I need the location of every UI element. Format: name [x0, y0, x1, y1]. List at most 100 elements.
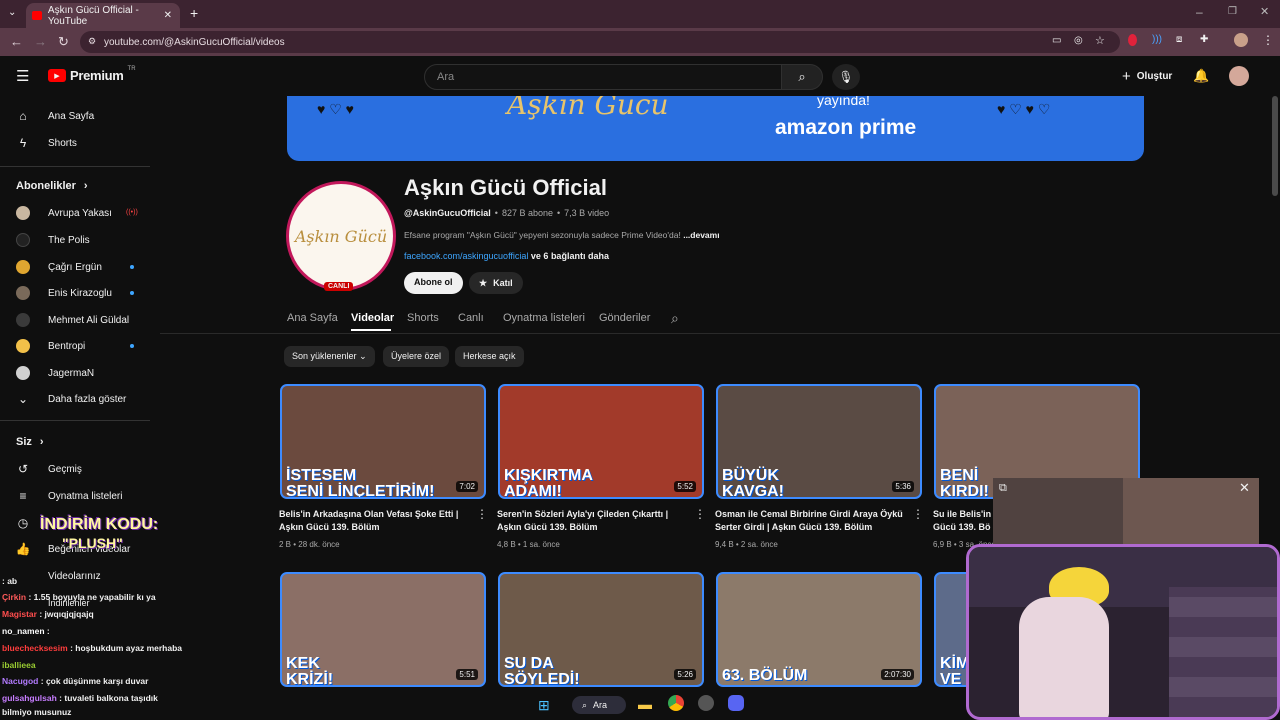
- browser-menu-icon[interactable]: ⋮: [1262, 33, 1274, 47]
- account-avatar[interactable]: [1229, 66, 1249, 86]
- subscriptions-heading[interactable]: Abonelikler ›: [16, 180, 88, 192]
- notifications-bell-icon[interactable]: 🔔: [1193, 68, 1209, 84]
- tab-home[interactable]: Ana Sayfa: [287, 312, 338, 324]
- taskbar-search[interactable]: ⌕ Ara: [572, 696, 626, 714]
- sidebar-item-sub-2[interactable]: The Polis: [16, 231, 90, 249]
- extensions-icon[interactable]: ✚: [1200, 34, 1208, 45]
- tab-videos[interactable]: Videolar: [351, 312, 394, 324]
- discord-icon[interactable]: [728, 695, 744, 711]
- promo-code-value: "PLUSH": [62, 535, 123, 551]
- chevron-down-icon: ⌄: [359, 351, 367, 361]
- cast-icon[interactable]: ▭: [1052, 35, 1061, 46]
- chat-user: bluechecksesim: [2, 643, 68, 653]
- video-title[interactable]: Belis'in Arkadaşına Olan Vefası Şoke Ett…: [279, 508, 469, 534]
- maximize-icon[interactable]: ❐: [1228, 6, 1237, 17]
- sidebar-item-shorts[interactable]: ϟ Shorts: [16, 134, 77, 152]
- sidebar-item-label: Avrupa Yakası: [48, 207, 112, 219]
- video-more-icon[interactable]: ⋮: [476, 507, 488, 521]
- address-bar[interactable]: ⚙ youtube.com/@AskinGucuOfficial/videos: [80, 31, 1120, 53]
- close-window-icon[interactable]: ✕: [1260, 5, 1269, 18]
- sidebar-item-history[interactable]: ↺ Geçmiş: [16, 460, 82, 478]
- you-heading[interactable]: Siz ›: [16, 436, 44, 448]
- tab-posts[interactable]: Gönderiler: [599, 312, 650, 324]
- extension-red-icon[interactable]: [1128, 34, 1137, 46]
- tab-playlists[interactable]: Oynatma listeleri: [503, 312, 585, 324]
- show-more-button[interactable]: ⌄ Daha fazla göster: [16, 390, 126, 408]
- channel-description[interactable]: Efsane program "Aşkın Gücü" yepyeni sezo…: [404, 230, 720, 240]
- shelf: [1169, 587, 1277, 717]
- youtube-logo[interactable]: ▶ Premium TR: [48, 66, 136, 83]
- app-icon[interactable]: [698, 695, 714, 711]
- menu-icon[interactable]: ☰: [16, 67, 29, 85]
- video-thumbnail[interactable]: İSTESEM SENİ LİNÇLETİRİM! 7:02: [280, 384, 486, 499]
- sidebar-item-sub-4[interactable]: Enis Kirazoglu: [16, 284, 112, 302]
- extension-wave-icon[interactable]: ))): [1152, 34, 1162, 45]
- video-meta: 4,8 B • 1 sa. önce: [497, 540, 560, 549]
- filter-members-only[interactable]: Üyelere özel: [383, 346, 450, 367]
- chat-message: bluechecksesim : hoşbukdum ayaz merhaba: [2, 643, 182, 653]
- extension-box-icon[interactable]: ⧈: [1176, 34, 1182, 45]
- chrome-icon[interactable]: [668, 695, 684, 711]
- browser-tab-bar: ⌄ Aşkın Gücü Official - YouTube ✕ + – ❐ …: [0, 0, 1280, 28]
- description-more[interactable]: ...devamı: [683, 230, 719, 240]
- browser-tab[interactable]: Aşkın Gücü Official - YouTube ✕: [26, 3, 180, 28]
- video-more-icon[interactable]: ⋮: [694, 507, 706, 521]
- minimize-icon[interactable]: –: [1196, 5, 1203, 19]
- sidebar-item-playlists[interactable]: ≡ Oynatma listeleri: [16, 487, 122, 505]
- miniplayer[interactable]: ⧉ ✕: [993, 478, 1259, 548]
- video-title[interactable]: Osman ile Cemal Birbirine Girdi Araya Öy…: [715, 508, 905, 534]
- channel-search-icon[interactable]: ⌕: [671, 310, 679, 327]
- show-more-label: Daha fazla göster: [48, 393, 127, 405]
- join-button[interactable]: ★ Katıl: [469, 272, 523, 294]
- reload-icon[interactable]: ↻: [58, 34, 69, 50]
- windows-start-icon[interactable]: ⊞: [538, 697, 550, 714]
- search-button[interactable]: ⌕: [781, 64, 823, 90]
- more-links[interactable]: ve 6 bağlantı daha: [531, 251, 609, 261]
- close-tab-icon[interactable]: ✕: [164, 10, 172, 21]
- create-button[interactable]: + Oluştur: [1122, 68, 1172, 85]
- site-info-icon[interactable]: ⚙: [88, 36, 96, 47]
- profile-avatar[interactable]: [1234, 33, 1248, 47]
- channel-avatar[interactable]: Aşkın Gücü: [286, 181, 396, 291]
- eye-off-icon[interactable]: ◎: [1074, 35, 1083, 46]
- voice-search-button[interactable]: 🎙: [832, 64, 860, 90]
- video-thumbnail[interactable]: SU DA SÖYLEDİ! 5:26: [498, 572, 704, 687]
- video-thumbnail[interactable]: BÜYÜK KAVGA! 5:36: [716, 384, 922, 499]
- forward-icon[interactable]: →: [34, 34, 47, 49]
- search-icon: ⌕: [582, 699, 588, 710]
- video-more-icon[interactable]: ⋮: [912, 507, 924, 521]
- search-input[interactable]: Ara: [424, 64, 782, 90]
- expand-miniplayer-icon[interactable]: ⧉: [999, 482, 1007, 495]
- filter-latest[interactable]: Son yüklenenler ⌄: [284, 346, 375, 367]
- page-scrollbar[interactable]: [1272, 96, 1278, 196]
- file-explorer-icon[interactable]: ▬: [638, 696, 652, 712]
- sidebar-item-sub-5[interactable]: Mehmet Ali Güldal: [16, 311, 129, 329]
- sidebar-item-sub-1[interactable]: Avrupa Yakası: [16, 204, 112, 222]
- channel-link[interactable]: facebook.com/askingucuofficial: [404, 251, 528, 261]
- subscribe-button[interactable]: Abone ol: [404, 272, 463, 294]
- channel-banner: Aşkın Gücü yayında! amazon prime ♥ ♡ ♥ ♥…: [287, 96, 1144, 161]
- banner-side-text: yayında!: [817, 96, 870, 108]
- back-icon[interactable]: ←: [10, 34, 23, 49]
- sidebar-item-sub-6[interactable]: Bentropi: [16, 337, 85, 355]
- tab-live[interactable]: Canlı: [458, 312, 484, 324]
- video-thumbnail[interactable]: KIŞKIRTMA ADAMI! 5:52: [498, 384, 704, 499]
- filter-public[interactable]: Herkese açık: [455, 346, 524, 367]
- video-title[interactable]: Seren'in Sözleri Ayla'yı Çileden Çıkartt…: [497, 508, 687, 534]
- video-thumbnail[interactable]: 63. BÖLÜM 2:07:30: [716, 572, 922, 687]
- tab-shorts[interactable]: Shorts: [407, 312, 439, 324]
- sidebar-item-home[interactable]: ⌂ Ana Sayfa: [16, 107, 94, 125]
- close-miniplayer-icon[interactable]: ✕: [1239, 480, 1250, 496]
- chat-message: bilmiyo musunuz: [2, 707, 71, 717]
- video-title[interactable]: Su ile Belis'in A: [933, 508, 993, 521]
- sidebar-item-your-videos-label[interactable]: Videolarınız: [48, 571, 101, 582]
- bookmark-star-icon[interactable]: ☆: [1095, 34, 1105, 47]
- tab-list-icon[interactable]: ⌄: [8, 7, 16, 18]
- new-tab-icon[interactable]: +: [190, 5, 198, 21]
- chevron-down-icon: ⌄: [17, 392, 29, 406]
- thumbnail-caption: BÜYÜK: [722, 467, 779, 484]
- video-thumbnail[interactable]: KEK KRİZİ! 5:51: [280, 572, 486, 687]
- logo-text: Premium: [70, 68, 124, 83]
- sidebar-item-sub-3[interactable]: Çağrı Ergün: [16, 258, 102, 276]
- sidebar-item-sub-7[interactable]: JagermaN: [16, 364, 94, 382]
